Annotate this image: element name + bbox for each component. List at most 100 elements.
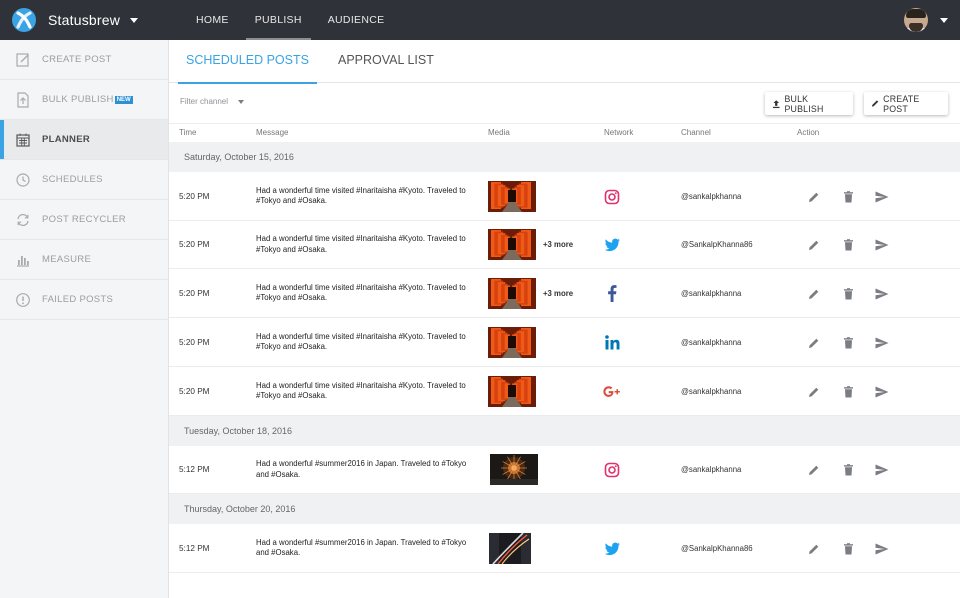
column-header-network: Network (604, 128, 634, 137)
facebook-icon (603, 285, 621, 303)
media-thumbnail[interactable] (488, 277, 536, 309)
post-message: Had a wonderful time visited #Inaritaish… (256, 185, 466, 206)
send-action-icon[interactable] (875, 463, 889, 477)
google-plus-icon (603, 383, 621, 401)
sidebar-item-label: FAILED POSTS (42, 294, 114, 305)
create-post-button[interactable]: CREATE POST (864, 92, 948, 115)
tab-scheduled-posts[interactable]: SCHEDULED POSTS (178, 40, 317, 84)
media-thumbnail[interactable] (488, 326, 536, 358)
sidebar-item-label: PLANNER (42, 134, 91, 145)
table-row: 5:12 PM Had a wonderful #summer2016 in Ja… (169, 446, 960, 494)
media-thumbnail[interactable] (488, 180, 536, 212)
sidebar-item-label: BULK PUBLISH NEW (42, 94, 133, 105)
bulk-publish-button[interactable]: BULK PUBLISH (765, 92, 853, 115)
channel-handle: @sankalpkhanna (681, 288, 742, 298)
edit-action-icon[interactable] (807, 463, 821, 477)
statusbrew-logo-icon (12, 8, 36, 32)
edit-icon (15, 52, 31, 68)
more-media-link[interactable]: +3 more (543, 289, 573, 298)
pencil-icon (871, 100, 879, 107)
post-time: 5:20 PM (179, 386, 210, 396)
chevron-down-icon (238, 99, 245, 104)
table-row: 5:12 PM Had a wonderful #summer2016 in Ja… (169, 524, 960, 573)
date-group-header: Thursday, October 20, 2016 (169, 494, 960, 524)
sidebar-item-label: SCHEDULES (42, 174, 103, 185)
edit-action-icon[interactable] (807, 190, 821, 204)
avatar[interactable] (904, 8, 928, 32)
column-header-message: Message (256, 128, 289, 137)
post-message: Had a wonderful #summer2016 in Japan. Tr… (256, 459, 467, 479)
filter-channel-dropdown[interactable]: Filter channel (180, 97, 245, 106)
post-time: 5:20 PM (179, 240, 210, 249)
table-row: 5:20 PM Had a wonderful time visited #Ina… (169, 221, 960, 269)
channel-handle: @sankalpkhanna (681, 191, 742, 201)
send-action-icon[interactable] (875, 385, 889, 399)
channel-handle: @sankalpkhanna (681, 465, 742, 474)
sidebar-item-bulk-publish[interactable]: BULK PUBLISH NEW (0, 80, 168, 120)
more-media-link[interactable]: +3 more (543, 240, 573, 249)
table-header: Time Message Media Network Channel Actio… (169, 124, 960, 142)
send-action-icon[interactable] (875, 542, 889, 556)
table-row: 5:20 PM Had a wonderful time visited #Ina… (169, 367, 960, 416)
chevron-down-icon[interactable] (130, 17, 139, 23)
edit-action-icon[interactable] (807, 287, 821, 301)
bar-chart-icon (15, 252, 31, 268)
send-action-icon[interactable] (875, 238, 889, 252)
send-action-icon[interactable] (875, 287, 889, 301)
sidebar-item-schedules[interactable]: SCHEDULES (0, 160, 168, 200)
clock-icon (15, 172, 31, 188)
main-content: SCHEDULED POSTS APPROVAL LIST Filter cha… (169, 40, 960, 598)
edit-action-icon[interactable] (807, 238, 821, 252)
send-action-icon[interactable] (875, 190, 889, 204)
media-thumbnail[interactable] (488, 375, 536, 407)
delete-action-icon[interactable] (841, 190, 855, 204)
sidebar-item-failed-posts[interactable]: FAILED POSTS (0, 280, 168, 320)
post-time: 5:12 PM (179, 465, 210, 474)
delete-action-icon[interactable] (841, 463, 855, 477)
account-chevron-down-icon[interactable] (940, 18, 948, 23)
edit-action-icon[interactable] (807, 385, 821, 399)
table-row: 5:20 PM Had a wonderful time visited #Ina… (169, 269, 960, 318)
delete-action-icon[interactable] (841, 238, 855, 252)
media-thumbnail[interactable] (490, 454, 538, 485)
date-group-header: Tuesday, October 18, 2016 (169, 416, 960, 446)
delete-action-icon[interactable] (841, 385, 855, 399)
edit-action-icon[interactable] (807, 336, 821, 350)
post-message: Had a wonderful #summer2016 in Japan. Tr… (256, 537, 467, 558)
tab-approval-list[interactable]: APPROVAL LIST (338, 40, 434, 83)
sidebar-item-create-post[interactable]: CREATE POST (0, 40, 168, 80)
nav-audience[interactable]: AUDIENCE (315, 0, 398, 40)
calendar-icon (15, 132, 31, 148)
sidebar: CREATE POST BULK PUBLISH NEW PLANNER SCHE… (0, 40, 169, 598)
media-thumbnail[interactable] (489, 532, 531, 564)
new-badge: NEW (114, 96, 133, 104)
delete-action-icon[interactable] (841, 287, 855, 301)
delete-action-icon[interactable] (841, 542, 855, 556)
brand-switcher[interactable]: Statusbrew (12, 7, 139, 33)
main-nav: HOME PUBLISH AUDIENCE (183, 0, 397, 40)
sidebar-item-label: POST RECYCLER (42, 214, 126, 225)
nav-publish[interactable]: PUBLISH (242, 0, 315, 40)
media-thumbnail[interactable] (488, 229, 536, 260)
column-header-channel: Channel (681, 128, 711, 137)
edit-action-icon[interactable] (807, 542, 821, 556)
post-time: 5:20 PM (179, 191, 210, 201)
alert-icon (15, 292, 31, 308)
recycle-icon (15, 212, 31, 228)
instagram-icon (603, 188, 621, 206)
send-action-icon[interactable] (875, 336, 889, 350)
instagram-icon (603, 461, 621, 479)
upload-file-icon (15, 91, 31, 108)
brand-name: Statusbrew (48, 12, 121, 28)
linkedin-icon (603, 334, 621, 352)
nav-home[interactable]: HOME (183, 0, 242, 40)
sidebar-item-post-recycler[interactable]: POST RECYCLER (0, 200, 168, 240)
delete-action-icon[interactable] (841, 336, 855, 350)
column-header-media: Media (488, 128, 510, 137)
column-header-time: Time (179, 128, 197, 137)
column-header-action: Action (797, 128, 820, 137)
sidebar-item-planner[interactable]: PLANNER (0, 120, 168, 160)
upload-icon (772, 99, 780, 108)
sidebar-item-label: MEASURE (42, 254, 92, 265)
sidebar-item-measure[interactable]: MEASURE (0, 240, 168, 280)
